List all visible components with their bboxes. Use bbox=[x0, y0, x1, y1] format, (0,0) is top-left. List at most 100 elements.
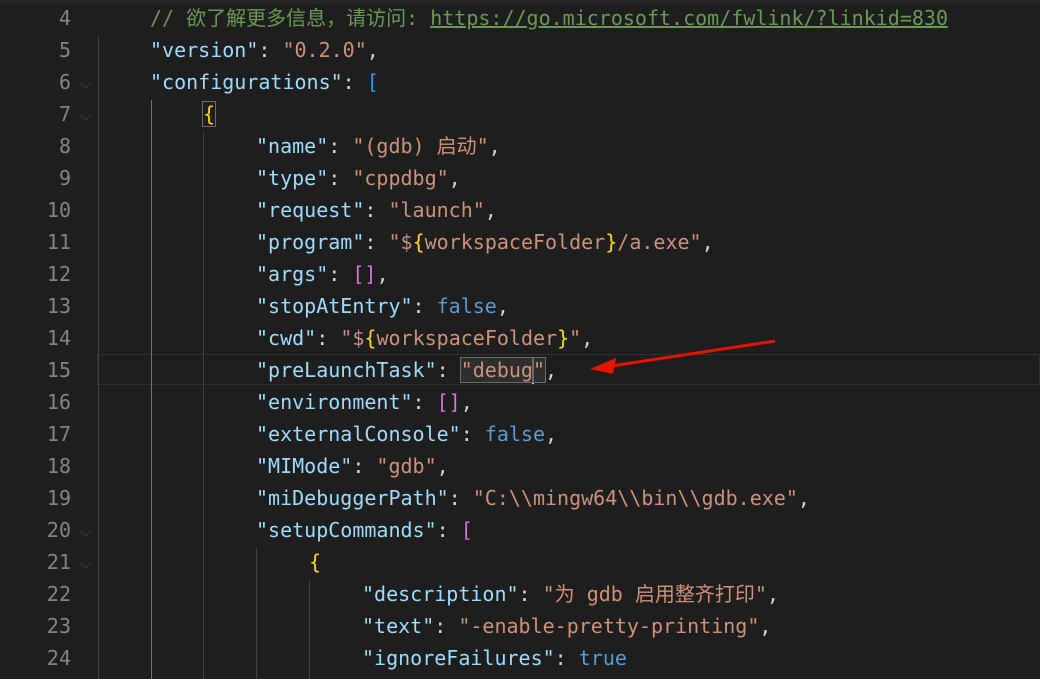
code-token: true bbox=[578, 646, 627, 670]
code-token: "stopAtEntry" bbox=[256, 294, 413, 318]
line-number: 17 bbox=[46, 422, 71, 446]
code-token: , bbox=[366, 38, 379, 62]
code-text: "configurations": [ bbox=[150, 66, 379, 98]
code-token: "debug bbox=[459, 357, 534, 383]
code-text: "miDebuggerPath": "C:\\mingw64\\bin\\gdb… bbox=[256, 482, 810, 514]
code-line[interactable]: 10 "request": "launch", bbox=[0, 194, 1040, 226]
line-number: 5 bbox=[58, 38, 71, 62]
code-token: "type" bbox=[256, 166, 329, 190]
code-line[interactable]: 8 "name": "(gdb) 启动", bbox=[0, 130, 1040, 162]
code-line[interactable]: 12 "args": [], bbox=[0, 258, 1040, 290]
indent-guide bbox=[256, 548, 257, 679]
code-line[interactable]: 18 "MIMode": "gdb", bbox=[0, 450, 1040, 482]
code-line[interactable]: 15 "preLaunchTask": "debug", bbox=[0, 354, 1040, 386]
code-token: "gdb" bbox=[376, 454, 437, 478]
code-token: , bbox=[460, 390, 473, 414]
code-line[interactable]: 16 "environment": [], bbox=[0, 386, 1040, 418]
code-token: , bbox=[797, 486, 810, 510]
fold-chevron-icon[interactable] bbox=[80, 77, 92, 89]
code-text: "stopAtEntry": false, bbox=[256, 290, 509, 322]
code-text: { bbox=[309, 546, 321, 578]
code-token: , bbox=[436, 454, 449, 478]
line-number: 10 bbox=[46, 198, 71, 222]
indent-guide-active bbox=[151, 100, 152, 679]
code-token: "configurations" bbox=[150, 70, 343, 94]
code-text: "type": "cppdbg", bbox=[256, 162, 461, 194]
code-line[interactable]: 5 "version": "0.2.0", bbox=[0, 34, 1040, 66]
code-token: "preLaunchTask" bbox=[256, 358, 437, 382]
line-number: 4 bbox=[58, 6, 71, 30]
code-editor[interactable]: 4 // 欲了解更多信息，请访问: https://go.microsoft.co… bbox=[0, 0, 1040, 679]
code-token: "-enable-pretty-printing" bbox=[458, 614, 760, 638]
code-token: } bbox=[557, 326, 570, 350]
code-token: : bbox=[448, 486, 473, 510]
line-number: 9 bbox=[58, 166, 71, 190]
code-token: "ignoreFailures" bbox=[362, 646, 555, 670]
code-token: // 欲了解更多信息，请访问: bbox=[150, 6, 431, 30]
code-token: , bbox=[376, 262, 389, 286]
code-text: "setupCommands": [ bbox=[256, 514, 473, 546]
code-text: // 欲了解更多信息，请访问: https://go.microsoft.com… bbox=[150, 2, 948, 34]
code-token: [] bbox=[436, 390, 461, 414]
code-line[interactable]: 24 "ignoreFailures": true bbox=[0, 642, 1040, 674]
code-text: "ignoreFailures": true bbox=[362, 642, 627, 674]
code-token: "request" bbox=[256, 198, 365, 222]
code-token: [ bbox=[460, 518, 473, 542]
line-number: 16 bbox=[46, 390, 71, 414]
code-token: : bbox=[434, 614, 459, 638]
code-token: , bbox=[581, 326, 594, 350]
code-line[interactable]: 11 "program": "${workspaceFolder}/a.exe", bbox=[0, 226, 1040, 258]
code-token: , bbox=[545, 422, 558, 446]
code-token: } bbox=[605, 230, 618, 254]
code-token: "environment" bbox=[256, 390, 413, 414]
code-token: false bbox=[436, 294, 497, 318]
line-number: 21 bbox=[46, 550, 71, 574]
code-token: , bbox=[545, 358, 558, 382]
code-token: , bbox=[484, 198, 497, 222]
code-token: : bbox=[364, 198, 389, 222]
code-line[interactable]: 21 { bbox=[0, 546, 1040, 578]
code-token: "cwd" bbox=[256, 326, 317, 350]
code-token: , bbox=[759, 614, 772, 638]
code-text: "version": "0.2.0", bbox=[150, 34, 379, 66]
code-token: " bbox=[569, 326, 582, 350]
code-text: "program": "${workspaceFolder}/a.exe", bbox=[256, 226, 714, 258]
code-token: , bbox=[488, 134, 501, 158]
code-line[interactable]: 6 "configurations": [ bbox=[0, 66, 1040, 98]
code-token: "MIMode" bbox=[256, 454, 353, 478]
code-token: : bbox=[412, 294, 437, 318]
fold-chevron-icon[interactable] bbox=[80, 557, 92, 569]
code-token: "launch" bbox=[388, 198, 485, 222]
code-line[interactable]: 13 "stopAtEntry": false, bbox=[0, 290, 1040, 322]
code-line[interactable]: 9 "type": "cppdbg", bbox=[0, 162, 1040, 194]
code-token: /a.exe" bbox=[617, 230, 702, 254]
code-token: { bbox=[364, 326, 377, 350]
code-text: "externalConsole": false, bbox=[256, 418, 557, 450]
code-token: , bbox=[496, 294, 509, 318]
fold-chevron-icon[interactable] bbox=[80, 109, 92, 121]
code-token: "program" bbox=[256, 230, 365, 254]
code-token: "$ bbox=[388, 230, 413, 254]
code-line[interactable]: 20 "setupCommands": [ bbox=[0, 514, 1040, 546]
code-token: : bbox=[328, 166, 353, 190]
line-number: 12 bbox=[46, 262, 71, 286]
code-token: "为 gdb 启用整齐打印" bbox=[542, 582, 767, 606]
code-token: "name" bbox=[256, 134, 329, 158]
line-number: 11 bbox=[46, 230, 71, 254]
code-line[interactable]: 14 "cwd": "${workspaceFolder}", bbox=[0, 322, 1040, 354]
code-token: "description" bbox=[362, 582, 519, 606]
code-text: "args": [], bbox=[256, 258, 388, 290]
code-text: "name": "(gdb) 启动", bbox=[256, 130, 501, 162]
code-line[interactable]: 7{ bbox=[0, 98, 1040, 130]
code-token: : bbox=[316, 326, 341, 350]
code-line[interactable]: 19 "miDebuggerPath": "C:\\mingw64\\bin\\g… bbox=[0, 482, 1040, 514]
code-token: : bbox=[364, 230, 389, 254]
code-line[interactable]: 23 "text": "-enable-pretty-printing", bbox=[0, 610, 1040, 642]
code-line[interactable]: 22 "description": "为 gdb 启用整齐打印", bbox=[0, 578, 1040, 610]
code-token: : bbox=[342, 70, 367, 94]
code-line[interactable]: 4 // 欲了解更多信息，请访问: https://go.microsoft.co… bbox=[0, 2, 1040, 34]
code-token: , bbox=[701, 230, 714, 254]
code-token: , bbox=[766, 582, 779, 606]
code-line[interactable]: 17 "externalConsole": false, bbox=[0, 418, 1040, 450]
fold-chevron-icon[interactable] bbox=[80, 525, 92, 537]
